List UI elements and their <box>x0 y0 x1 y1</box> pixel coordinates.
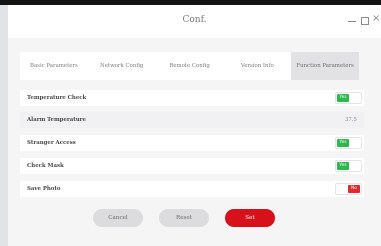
tab-basic-parameters[interactable]: Basic Parameters <box>20 52 88 80</box>
maximize-icon[interactable] <box>361 17 369 25</box>
tab-bar: Basic Parameters Network Config Remote C… <box>20 52 359 80</box>
setting-row-save-photo: Save Photo No <box>20 181 364 197</box>
toggle-state: Yes <box>337 139 349 147</box>
cancel-button[interactable]: Cancel <box>93 209 143 227</box>
check-mask-toggle[interactable]: Yes <box>335 160 362 172</box>
temperature-check-toggle[interactable]: Yes <box>335 92 362 104</box>
setting-label: Alarm Temperature <box>27 117 86 123</box>
setting-label: Temperature Check <box>27 95 87 101</box>
setting-label: Save Photo <box>27 186 61 192</box>
toggle-state: No <box>348 185 360 193</box>
set-button[interactable]: Set <box>225 209 275 227</box>
setting-label: Check Mask <box>27 163 64 169</box>
setting-row-stranger-access: Stranger Access Yes <box>20 135 364 151</box>
title-bar: Conf. × <box>8 5 381 38</box>
tab-function-parameters[interactable]: Function Parameters <box>291 52 359 80</box>
setting-label: Stranger Access <box>27 140 76 146</box>
setting-row-alarm-temperature: Alarm Temperature 37.5 <box>20 112 364 128</box>
toggle-state: Yes <box>337 162 349 170</box>
dialog-title: Conf. <box>182 15 207 25</box>
stranger-access-toggle[interactable]: Yes <box>335 137 362 149</box>
toggle-state: Yes <box>337 94 349 102</box>
background-window-edge <box>0 5 8 246</box>
tab-remote-config[interactable]: Remote Config <box>155 52 224 80</box>
setting-row-check-mask: Check Mask Yes <box>20 158 364 174</box>
tab-network-config[interactable]: Network Config <box>87 52 156 80</box>
minimize-icon[interactable] <box>348 21 356 22</box>
close-icon[interactable]: × <box>372 14 380 24</box>
tab-version-info[interactable]: Version Info <box>223 52 292 80</box>
alarm-temperature-value[interactable]: 37.5 <box>345 117 357 123</box>
setting-row-temperature-check: Temperature Check Yes <box>20 90 364 106</box>
save-photo-toggle[interactable]: No <box>335 183 362 195</box>
reset-button[interactable]: Reset <box>159 209 209 227</box>
